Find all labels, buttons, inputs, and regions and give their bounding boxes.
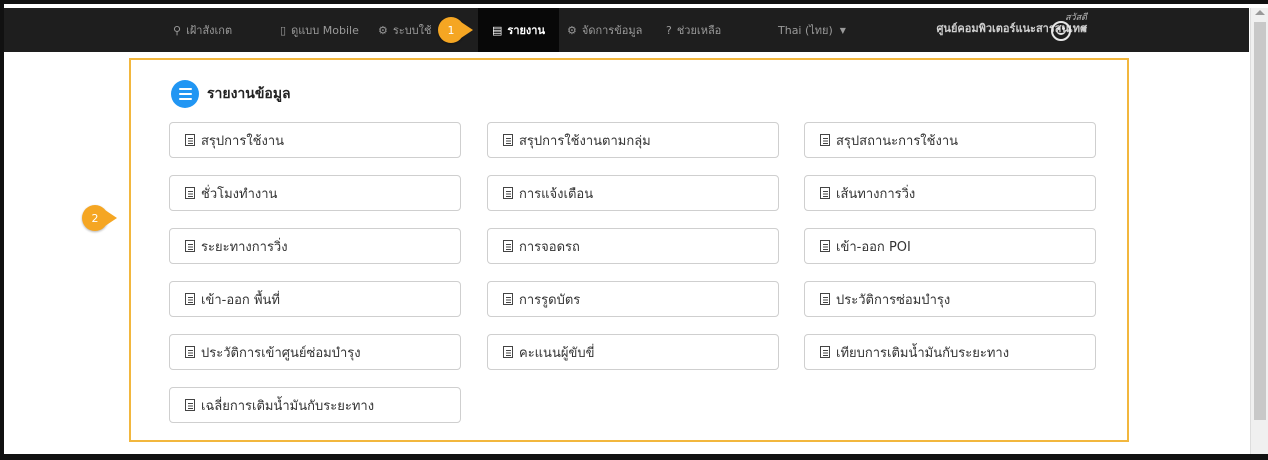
report-button-usage-by-group[interactable]: สรุปการใช้งานตามกลุ่ม xyxy=(487,122,779,158)
report-button-driver-score[interactable]: คะแนนผู้ขับขี่ xyxy=(487,334,779,370)
report-panel: รายงานข้อมูล สรุปการใช้งาน สรุปการใช้งาน… xyxy=(129,58,1129,442)
report-button-status-summary[interactable]: สรุปสถานะการใช้งาน xyxy=(804,122,1096,158)
panel-header: รายงานข้อมูล xyxy=(171,80,291,108)
nav-label: ดูแบบ Mobile xyxy=(291,24,359,37)
language-dropdown[interactable]: Thai (ไทย) ▼ xyxy=(778,8,846,52)
report-button-alerts[interactable]: การแจ้งเตือน xyxy=(487,175,779,211)
document-icon xyxy=(185,399,195,411)
nav-item-help[interactable]: ? ช่วยเหลือ xyxy=(666,8,721,52)
document-icon xyxy=(820,240,830,252)
report-button-working-hours[interactable]: ชั่วโมงทำงาน xyxy=(169,175,461,211)
document-icon xyxy=(503,187,513,199)
report-button-poi-in-out[interactable]: เข้า-ออก POI xyxy=(804,228,1096,264)
document-icon xyxy=(503,134,513,146)
report-label: ประวัติการเข้าศูนย์ซ่อมบำรุง xyxy=(201,345,361,361)
top-navbar: ⚲ เฝ้าสังเกต ▯ ดูแบบ Mobile ⚙ ระบบใช้ ▤ … xyxy=(4,8,1249,52)
list-menu-icon xyxy=(171,80,199,108)
nav-label: เฝ้าสังเกต xyxy=(186,24,233,37)
cogs-icon: ⚙ xyxy=(378,23,388,37)
report-label: สรุปการใช้งานตามกลุ่ม xyxy=(519,133,651,149)
report-button-area-in-out[interactable]: เข้า-ออก พื้นที่ xyxy=(169,281,461,317)
report-label: ระยะทางการวิ่ง xyxy=(201,239,288,255)
document-icon xyxy=(185,240,195,252)
report-button-usage-summary[interactable]: สรุปการใช้งาน xyxy=(169,122,461,158)
document-icon xyxy=(820,293,830,305)
mobile-icon: ▯ xyxy=(280,23,287,37)
question-icon: ? xyxy=(666,23,672,37)
document-icon xyxy=(185,187,195,199)
nav-label: ระบบใช้ xyxy=(392,24,432,37)
document-icon xyxy=(503,240,513,252)
scroll-up-arrow-icon[interactable] xyxy=(1255,10,1265,15)
report-label: การรูดบัตร xyxy=(519,292,581,308)
user-menu-chevron-down-icon[interactable]: ▼ xyxy=(1081,25,1087,34)
vertical-scrollbar[interactable] xyxy=(1250,8,1268,454)
document-icon xyxy=(503,346,513,358)
report-label: เข้า-ออก POI xyxy=(836,239,911,255)
report-button-fuel-vs-distance[interactable]: เทียบการเติมน้ำมันกับระยะทาง xyxy=(804,334,1096,370)
step-badge-2: 2 xyxy=(82,205,117,231)
report-button-service-center-history[interactable]: ประวัติการเข้าศูนย์ซ่อมบำรุง xyxy=(169,334,461,370)
panel-title: รายงานข้อมูล xyxy=(207,86,291,102)
scrollbar-thumb[interactable] xyxy=(1254,22,1266,420)
step-badge-1: 1 xyxy=(438,17,473,43)
map-marker-icon: ⚲ xyxy=(173,23,182,37)
document-icon xyxy=(820,134,830,146)
document-icon xyxy=(820,346,830,358)
nav-item-system[interactable]: ⚙ ระบบใช้ xyxy=(378,8,432,52)
chevron-down-icon: ▼ xyxy=(839,25,846,35)
gear-icon: ⚙ xyxy=(567,23,577,37)
avatar-smiley-icon[interactable] xyxy=(1051,21,1071,41)
report-label: เทียบการเติมน้ำมันกับระยะทาง xyxy=(836,345,1010,361)
report-button-parking[interactable]: การจอดรถ xyxy=(487,228,779,264)
report-button-route[interactable]: เส้นทางการวิ่ง xyxy=(804,175,1096,211)
nav-item-mobile-view[interactable]: ▯ ดูแบบ Mobile xyxy=(280,8,359,52)
report-button-card-swipe[interactable]: การรูดบัตร xyxy=(487,281,779,317)
report-label: เส้นทางการวิ่ง xyxy=(836,186,916,202)
nav-item-manage-data[interactable]: ⚙ จัดการข้อมูล xyxy=(567,8,642,52)
document-icon xyxy=(185,134,195,146)
document-icon xyxy=(185,346,195,358)
report-button-distance[interactable]: ระยะทางการวิ่ง xyxy=(169,228,461,264)
report-label: สรุปการใช้งาน xyxy=(201,133,285,149)
report-label: คะแนนผู้ขับขี่ xyxy=(519,345,595,361)
report-label: การแจ้งเตือน xyxy=(519,186,594,202)
file-icon: ▤ xyxy=(492,23,503,37)
language-label: Thai (ไทย) xyxy=(778,24,833,37)
nav-label: ช่วยเหลือ xyxy=(676,24,722,37)
report-label: ประวัติการซ่อมบำรุง xyxy=(836,292,951,308)
report-button-maintenance-history[interactable]: ประวัติการซ่อมบำรุง xyxy=(804,281,1096,317)
nav-item-reports[interactable]: ▤ รายงาน xyxy=(478,8,560,52)
report-label: การจอดรถ xyxy=(519,239,580,255)
document-icon xyxy=(185,293,195,305)
document-icon xyxy=(820,187,830,199)
report-label: ชั่วโมงทำงาน xyxy=(201,186,278,202)
report-label: เข้า-ออก พื้นที่ xyxy=(201,292,280,308)
report-button-avg-fuel-vs-distance[interactable]: เฉลี่ยการเติมน้ำมันกับระยะทาง xyxy=(169,387,461,423)
nav-label: รายงาน xyxy=(507,24,546,37)
nav-item-monitor[interactable]: ⚲ เฝ้าสังเกต xyxy=(173,8,232,52)
nav-label: จัดการข้อมูล xyxy=(581,24,643,37)
report-label: สรุปสถานะการใช้งาน xyxy=(836,133,959,149)
report-label: เฉลี่ยการเติมน้ำมันกับระยะทาง xyxy=(201,398,375,414)
document-icon xyxy=(503,293,513,305)
